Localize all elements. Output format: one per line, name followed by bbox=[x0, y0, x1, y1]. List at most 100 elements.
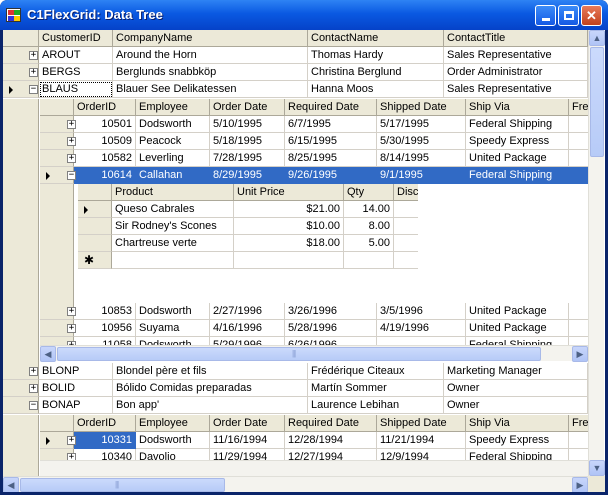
order-cell-orderid[interactable]: 10853 bbox=[74, 303, 136, 320]
order-cell-order-date[interactable]: 7/28/1995 bbox=[210, 150, 285, 167]
orders-subgrid[interactable]: OrderID Employee Order Date Required Date Sh… bbox=[40, 99, 588, 361]
detail-new-cell-discount[interactable] bbox=[394, 252, 418, 269]
order-cell-required-date[interactable]: 6/7/1995 bbox=[285, 116, 377, 133]
order-cell-shipped-date[interactable]: 4/19/1996 bbox=[377, 320, 466, 337]
order-cell-employee[interactable]: Callahan bbox=[136, 167, 210, 184]
orders-col-header-orderid[interactable]: OrderID bbox=[74, 99, 136, 116]
details-col-header-qty[interactable]: Qty bbox=[344, 184, 394, 201]
expand-toggle-icon[interactable]: + bbox=[29, 51, 38, 60]
order-cell-shipped-date[interactable]: 5/30/1995 bbox=[377, 133, 466, 150]
expand-toggle-icon[interactable]: + bbox=[29, 367, 38, 376]
scroll-up-button[interactable]: ▲ bbox=[589, 30, 605, 46]
order-cell-shipped-date[interactable]: 8/14/1995 bbox=[377, 150, 466, 167]
order-cell-ship-via[interactable]: Federal Shipping bbox=[466, 167, 569, 184]
cell-contactname[interactable]: Martín Sommer bbox=[308, 380, 444, 397]
details-col-header-unit-price[interactable]: Unit Price bbox=[234, 184, 344, 201]
details-col-header-discount[interactable]: Discount bbox=[394, 184, 418, 201]
vscroll-thumb[interactable] bbox=[590, 47, 604, 157]
order-cell-employee[interactable]: Dodsworth bbox=[136, 432, 210, 449]
main-scroll-right-button[interactable]: ▶ bbox=[572, 477, 588, 492]
order-expand-toggle-icon[interactable]: + bbox=[67, 307, 76, 316]
orders2-col-header-freight[interactable]: Fre bbox=[569, 415, 588, 432]
order-cell-shipped-date[interactable]: 11/21/1994 bbox=[377, 432, 466, 449]
detail-row-header[interactable] bbox=[78, 218, 112, 235]
orders2-hscrollbar[interactable] bbox=[40, 460, 588, 476]
cell-customerid[interactable]: BONAP bbox=[39, 397, 113, 414]
order-cell-ship-via[interactable]: United Package bbox=[466, 320, 569, 337]
order-cell-shipped-date[interactable]: 9/1/1995 bbox=[377, 167, 466, 184]
orders2-col-header-orderid[interactable]: OrderID bbox=[74, 415, 136, 432]
cell-companyname[interactable]: Blondel père et fils bbox=[113, 363, 308, 380]
order-expand-toggle-icon[interactable]: − bbox=[67, 171, 76, 180]
main-hscrollbar[interactable]: ◀ ||| ▶ bbox=[3, 476, 588, 492]
detail-cell-discount[interactable]: $0.00 bbox=[394, 201, 418, 218]
cell-customerid[interactable]: AROUT bbox=[39, 47, 113, 64]
cell-contactname[interactable]: Hanna Moos bbox=[308, 81, 444, 98]
cell-contacttitle[interactable]: Marketing Manager bbox=[444, 363, 588, 380]
orders2-col-header-shipped-date[interactable]: Shipped Date bbox=[377, 415, 466, 432]
cell-customerid[interactable]: BLONP bbox=[39, 363, 113, 380]
maximize-button[interactable] bbox=[558, 5, 579, 26]
order-cell-order-date[interactable]: 5/10/1995 bbox=[210, 116, 285, 133]
main-vscrollbar[interactable]: ▲ ▼ bbox=[588, 30, 605, 476]
cell-contactname[interactable]: Thomas Hardy bbox=[308, 47, 444, 64]
detail-row-header[interactable] bbox=[78, 235, 112, 252]
cell-customerid[interactable]: BOLID bbox=[39, 380, 113, 397]
cell-contacttitle[interactable]: Sales Representative bbox=[444, 81, 588, 98]
col-header-companyname[interactable]: CompanyName bbox=[113, 30, 308, 47]
detail-cell-unit-price[interactable]: $10.00 bbox=[234, 218, 344, 235]
orders-col-header-order-date[interactable]: Order Date bbox=[210, 99, 285, 116]
order-cell-order-date[interactable]: 5/18/1995 bbox=[210, 133, 285, 150]
detail-cell-unit-price[interactable]: $21.00 bbox=[234, 201, 344, 218]
col-header-contacttitle[interactable]: ContactTitle bbox=[444, 30, 588, 47]
detail-new-cell-unit-price[interactable] bbox=[234, 252, 344, 269]
cell-companyname[interactable]: Bon app' bbox=[113, 397, 308, 414]
orders-col-header-employee[interactable]: Employee bbox=[136, 99, 210, 116]
order-cell-employee[interactable]: Leverling bbox=[136, 150, 210, 167]
minimize-button[interactable] bbox=[535, 5, 556, 26]
detail-cell-product[interactable]: Chartreuse verte bbox=[112, 235, 234, 252]
order-cell-orderid[interactable]: 10501 bbox=[74, 116, 136, 133]
cell-contacttitle[interactable]: Sales Representative bbox=[444, 47, 588, 64]
order-cell-shipped-date[interactable]: 5/17/1995 bbox=[377, 116, 466, 133]
details-col-header-product[interactable]: Product bbox=[112, 184, 234, 201]
order-cell-orderid[interactable]: 10614 bbox=[74, 167, 136, 184]
order-cell-ship-via[interactable]: Federal Shipping bbox=[466, 116, 569, 133]
orders-col-header-shipped-date[interactable]: Shipped Date bbox=[377, 99, 466, 116]
detail-cell-product[interactable]: Sir Rodney's Scones bbox=[112, 218, 234, 235]
main-scroll-left-button[interactable]: ◀ bbox=[3, 477, 19, 492]
order-expand-toggle-icon[interactable]: + bbox=[67, 137, 76, 146]
order-cell-required-date[interactable]: 3/26/1996 bbox=[285, 303, 377, 320]
order-cell-employee[interactable]: Peacock bbox=[136, 133, 210, 150]
order-cell-required-date[interactable]: 9/26/1995 bbox=[285, 167, 377, 184]
order-cell-ship-via[interactable]: Speedy Express bbox=[466, 133, 569, 150]
orders2-col-header-required-date[interactable]: Required Date bbox=[285, 415, 377, 432]
orders2-col-header-employee[interactable]: Employee bbox=[136, 415, 210, 432]
order-cell-freight[interactable] bbox=[569, 116, 588, 133]
expand-toggle-icon[interactable]: + bbox=[29, 384, 38, 393]
order-cell-required-date[interactable]: 5/28/1996 bbox=[285, 320, 377, 337]
order-cell-freight[interactable] bbox=[569, 303, 588, 320]
orders-col-header-freight[interactable]: Fre bbox=[569, 99, 588, 116]
scroll-left-button[interactable]: ◀ bbox=[40, 346, 56, 362]
order-details-subgrid[interactable]: ProductUnit PriceQtyDiscount Queso Cabral… bbox=[78, 184, 418, 286]
order-expand-toggle-icon[interactable]: + bbox=[67, 324, 76, 333]
detail-cell-discount[interactable]: $0.00 bbox=[394, 218, 418, 235]
detail-cell-qty[interactable]: 14.00 bbox=[344, 201, 394, 218]
detail-cell-unit-price[interactable]: $18.00 bbox=[234, 235, 344, 252]
cell-contactname[interactable]: Frédérique Citeaux bbox=[308, 363, 444, 380]
order-expand-toggle-icon[interactable]: + bbox=[67, 436, 76, 445]
order-cell-freight[interactable] bbox=[569, 320, 588, 337]
order-cell-ship-via[interactable]: United Package bbox=[466, 303, 569, 320]
title-bar[interactable]: C1FlexGrid: Data Tree ✕ bbox=[0, 0, 608, 30]
detail-cell-product[interactable]: Queso Cabrales bbox=[112, 201, 234, 218]
scroll-right-button[interactable]: ▶ bbox=[572, 346, 588, 362]
order-cell-freight[interactable] bbox=[569, 133, 588, 150]
orders-col-header-required-date[interactable]: Required Date bbox=[285, 99, 377, 116]
order-cell-order-date[interactable]: 4/16/1996 bbox=[210, 320, 285, 337]
cell-companyname[interactable]: Around the Horn bbox=[113, 47, 308, 64]
order-cell-order-date[interactable]: 2/27/1996 bbox=[210, 303, 285, 320]
order-cell-shipped-date[interactable]: 3/5/1996 bbox=[377, 303, 466, 320]
col-header-contactname[interactable]: ContactName bbox=[308, 30, 444, 47]
detail-cell-qty[interactable]: 5.00 bbox=[344, 235, 394, 252]
